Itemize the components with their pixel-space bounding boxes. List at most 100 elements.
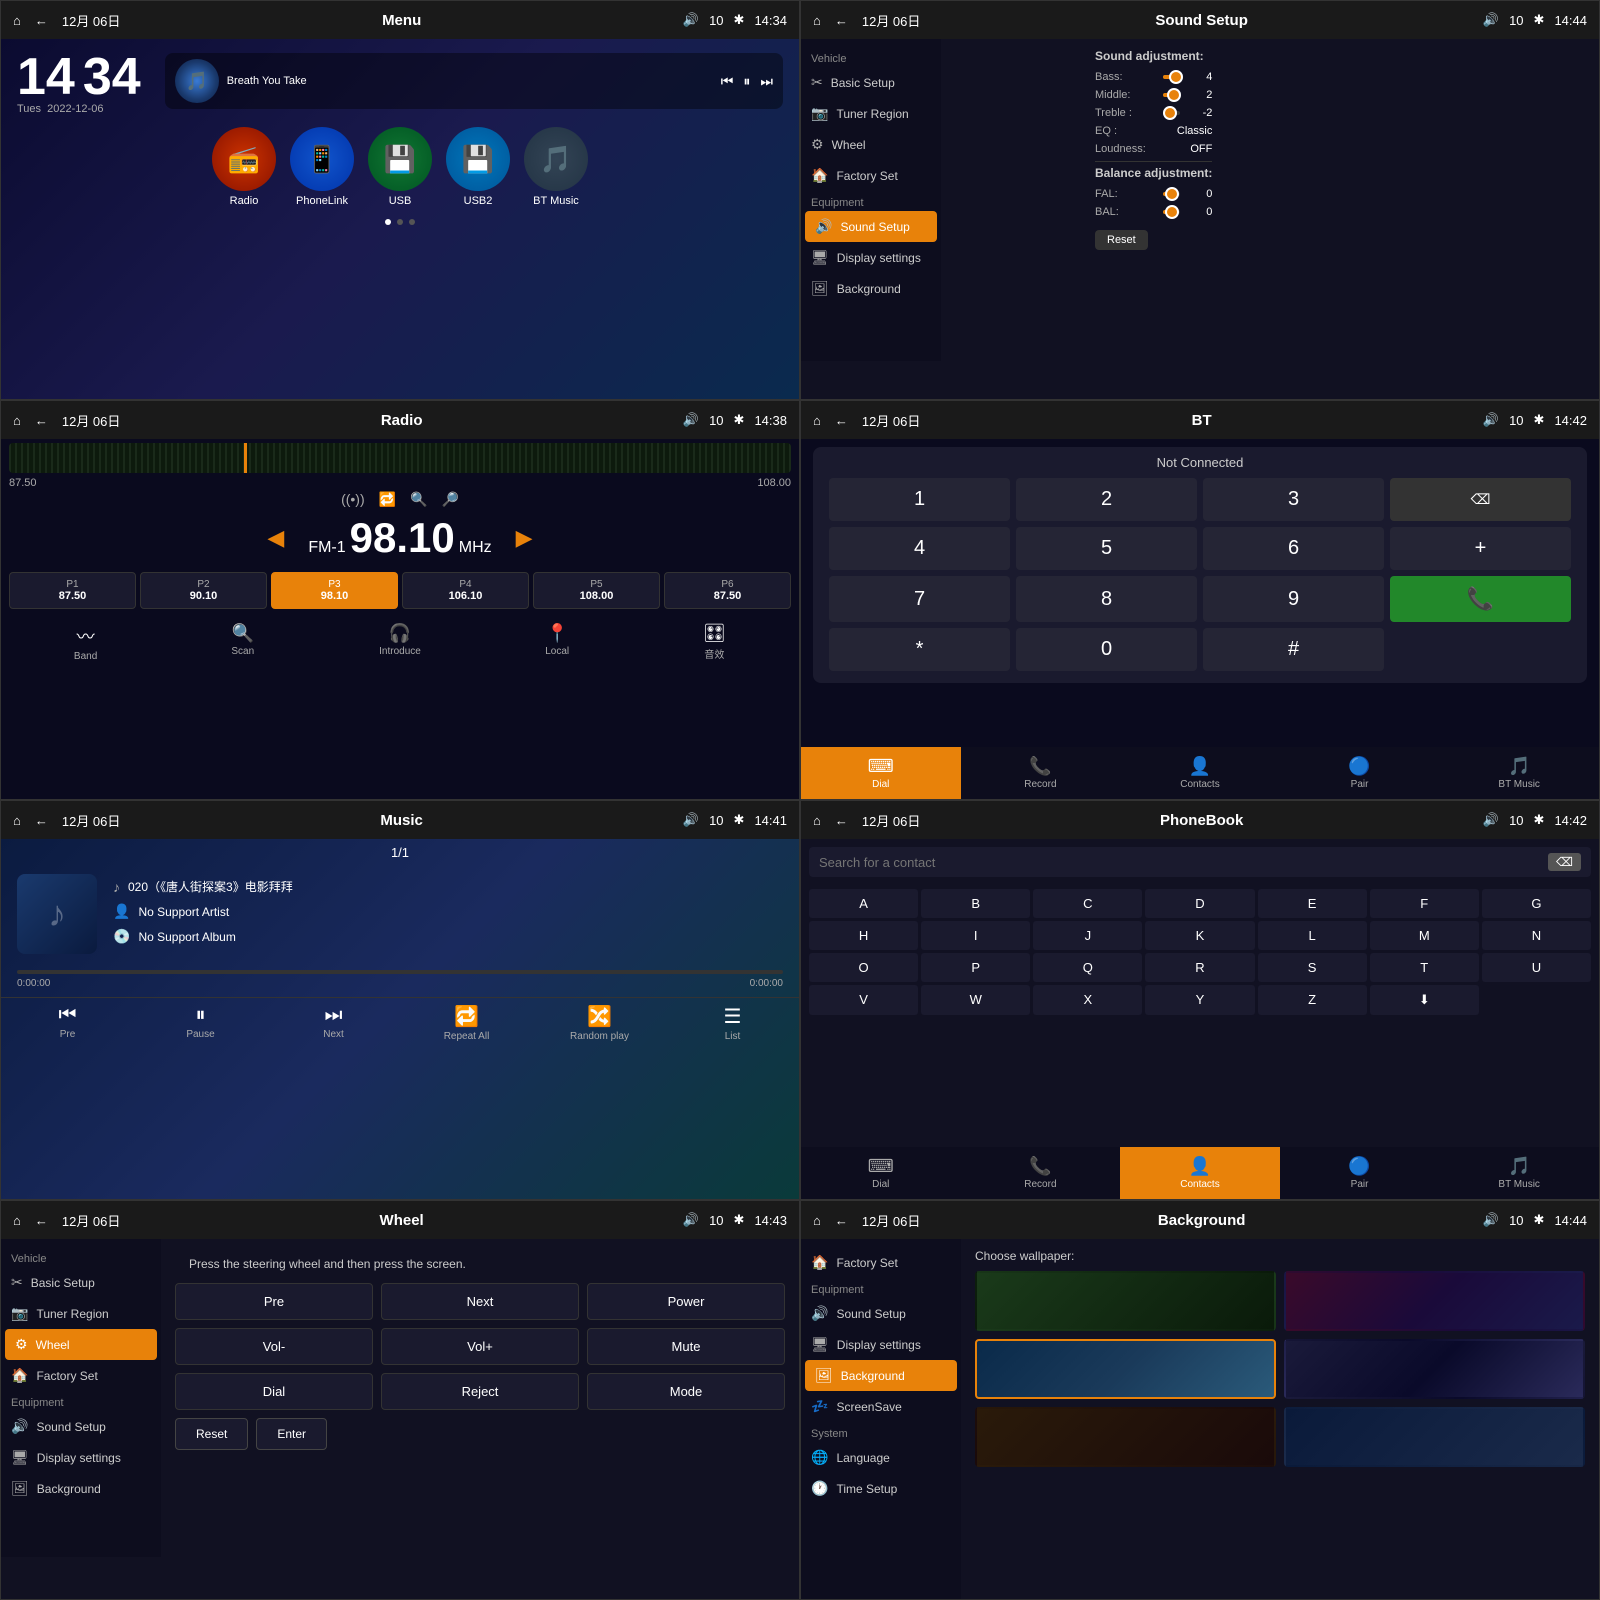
home-btn-radio[interactable]: 📻 Radio (212, 127, 276, 207)
numpad-star[interactable]: * (829, 628, 1010, 671)
music-btn-pause[interactable]: ⏸ Pause (134, 998, 267, 1048)
home-btn-usb[interactable]: 💾 USB (368, 127, 432, 207)
alpha-S[interactable]: S (1258, 953, 1367, 982)
home-icon[interactable]: ⌂ (813, 813, 821, 828)
home-icon[interactable]: ⌂ (13, 813, 21, 828)
numpad-4[interactable]: 4 (829, 527, 1010, 570)
numpad-plus[interactable]: + (1390, 527, 1571, 570)
numpad-8[interactable]: 8 (1016, 576, 1197, 622)
music-btn-next[interactable]: ⏭ Next (267, 998, 400, 1048)
numpad-2[interactable]: 2 (1016, 478, 1197, 521)
wheel-btn-voldwn[interactable]: Vol- (175, 1328, 373, 1365)
preset-p6[interactable]: P6 87.50 (664, 572, 791, 609)
bt-tab-btmusic[interactable]: 🎵 BT Music (1439, 747, 1599, 799)
sound-reset-button[interactable]: Reset (1095, 230, 1148, 250)
wheel-enter-button[interactable]: Enter (256, 1418, 327, 1450)
prev-icon[interactable]: ⏮ (721, 73, 734, 90)
home-icon[interactable]: ⌂ (813, 13, 821, 28)
bt-tab-pair[interactable]: 🔵 Pair (1280, 747, 1440, 799)
home-icon[interactable]: ⌂ (13, 1213, 21, 1228)
numpad-7[interactable]: 7 (829, 576, 1010, 622)
wallpaper-2[interactable] (1284, 1271, 1585, 1331)
radio-btn-local[interactable]: 📍 Local (481, 619, 634, 666)
bt-tab-dial[interactable]: ⌨ Dial (801, 747, 961, 799)
alpha-H[interactable]: H (809, 921, 918, 950)
sidebar-basic-setup[interactable]: ✂ Basic Setup (801, 67, 941, 98)
back-icon[interactable]: ← (835, 13, 848, 28)
radio-next-arrow[interactable]: ▶ (508, 525, 541, 551)
home-icon[interactable]: ⌂ (13, 413, 21, 428)
alpha-O[interactable]: O (809, 953, 918, 982)
preset-p5[interactable]: P5 108.00 (533, 572, 660, 609)
alpha-V[interactable]: V (809, 985, 918, 1015)
bg-sidebar-display[interactable]: 🖥 Display settings (801, 1329, 961, 1360)
alpha-R[interactable]: R (1145, 953, 1254, 982)
pb-tab-record[interactable]: 📞 Record (961, 1147, 1121, 1199)
alpha-Q[interactable]: Q (1033, 953, 1142, 982)
pb-tab-btmusic[interactable]: 🎵 BT Music (1439, 1147, 1599, 1199)
fal-slider[interactable] (1163, 192, 1180, 196)
wallpaper-1[interactable] (975, 1271, 1276, 1331)
alpha-T[interactable]: T (1370, 953, 1479, 982)
next-icon[interactable]: ⏭ (760, 73, 773, 90)
pb-tab-contacts[interactable]: 👤 Contacts (1120, 1147, 1280, 1199)
search-input[interactable] (819, 855, 1540, 870)
numpad-0[interactable]: 0 (1016, 628, 1197, 671)
alpha-C[interactable]: C (1033, 889, 1142, 918)
sidebar-display-settings[interactable]: 🖥 Display settings (801, 242, 941, 273)
alpha-Z[interactable]: Z (1258, 985, 1367, 1015)
radio-btn-scan[interactable]: 🔍 Scan (166, 619, 319, 666)
radio-btn-band[interactable]: 〰 Band (9, 619, 162, 666)
home-music-widget[interactable]: 🎵 Breath You Take ⏮ ⏸ ⏭ (165, 53, 783, 109)
mid-slider[interactable] (1163, 93, 1180, 97)
home-icon[interactable]: ⌂ (13, 13, 21, 28)
bt-tab-contacts[interactable]: 👤 Contacts (1120, 747, 1280, 799)
search-del-button[interactable]: ⌫ (1548, 853, 1581, 871)
back-icon[interactable]: ← (835, 1213, 848, 1228)
bg-sidebar-background[interactable]: 🖼 Background (805, 1360, 957, 1391)
pb-tab-pair[interactable]: 🔵 Pair (1280, 1147, 1440, 1199)
wheel-reset-button[interactable]: Reset (175, 1418, 248, 1450)
bg-sidebar-sound[interactable]: 🔊 Sound Setup (801, 1298, 961, 1329)
alpha-J[interactable]: J (1033, 921, 1142, 950)
numpad-call[interactable]: 📞 (1390, 576, 1571, 622)
play-pause-icon[interactable]: ⏸ (743, 73, 750, 90)
music-btn-random[interactable]: 🔀 Random play (533, 998, 666, 1048)
alpha-G[interactable]: G (1482, 889, 1591, 918)
home-btn-btmusic[interactable]: 🎵 BT Music (524, 127, 588, 207)
alpha-E[interactable]: E (1258, 889, 1367, 918)
sidebar-tuner-region[interactable]: 📷 Tuner Region (801, 98, 941, 129)
alpha-down[interactable]: ⬇ (1370, 985, 1479, 1015)
wheel-btn-next[interactable]: Next (381, 1283, 579, 1320)
sidebar-sound-setup[interactable]: 🔊 Sound Setup (805, 211, 937, 242)
w-sidebar-bg[interactable]: 🖼 Background (1, 1473, 161, 1504)
bg-sidebar-timesetup[interactable]: 🕐 Time Setup (801, 1473, 961, 1504)
back-icon[interactable]: ← (35, 13, 48, 28)
alpha-L[interactable]: L (1258, 921, 1367, 950)
progress-bar-track[interactable] (17, 970, 783, 974)
home-btn-phonelink[interactable]: 📱 PhoneLink (290, 127, 354, 207)
alpha-W[interactable]: W (921, 985, 1030, 1015)
back-icon[interactable]: ← (35, 813, 48, 828)
alpha-U[interactable]: U (1482, 953, 1591, 982)
alpha-Y[interactable]: Y (1145, 985, 1254, 1015)
preset-p4[interactable]: P4 106.10 (402, 572, 529, 609)
alpha-B[interactable]: B (921, 889, 1030, 918)
wallpaper-3[interactable] (975, 1339, 1276, 1399)
sidebar-wheel[interactable]: ⚙ Wheel (801, 129, 941, 160)
pb-tab-dial[interactable]: ⌨ Dial (801, 1147, 961, 1199)
wheel-btn-mute[interactable]: Mute (587, 1328, 785, 1365)
sidebar-background[interactable]: 🖼 Background (801, 273, 941, 304)
bg-sidebar-language[interactable]: 🌐 Language (801, 1442, 961, 1473)
numpad-hash[interactable]: # (1203, 628, 1384, 671)
music-btn-pre[interactable]: ⏮ Pre (1, 998, 134, 1048)
wheel-btn-dial[interactable]: Dial (175, 1373, 373, 1410)
wheel-btn-volup[interactable]: Vol+ (381, 1328, 579, 1365)
radio-btn-eq[interactable]: 🎛 音效 (638, 619, 791, 666)
w-sidebar-tuner[interactable]: 📷 Tuner Region (1, 1298, 161, 1329)
bt-tab-record[interactable]: 📞 Record (961, 747, 1121, 799)
radio-prev-arrow[interactable]: ◀ (259, 525, 292, 551)
numpad-del[interactable]: ⌫ (1390, 478, 1571, 521)
numpad-3[interactable]: 3 (1203, 478, 1384, 521)
back-icon[interactable]: ← (35, 413, 48, 428)
